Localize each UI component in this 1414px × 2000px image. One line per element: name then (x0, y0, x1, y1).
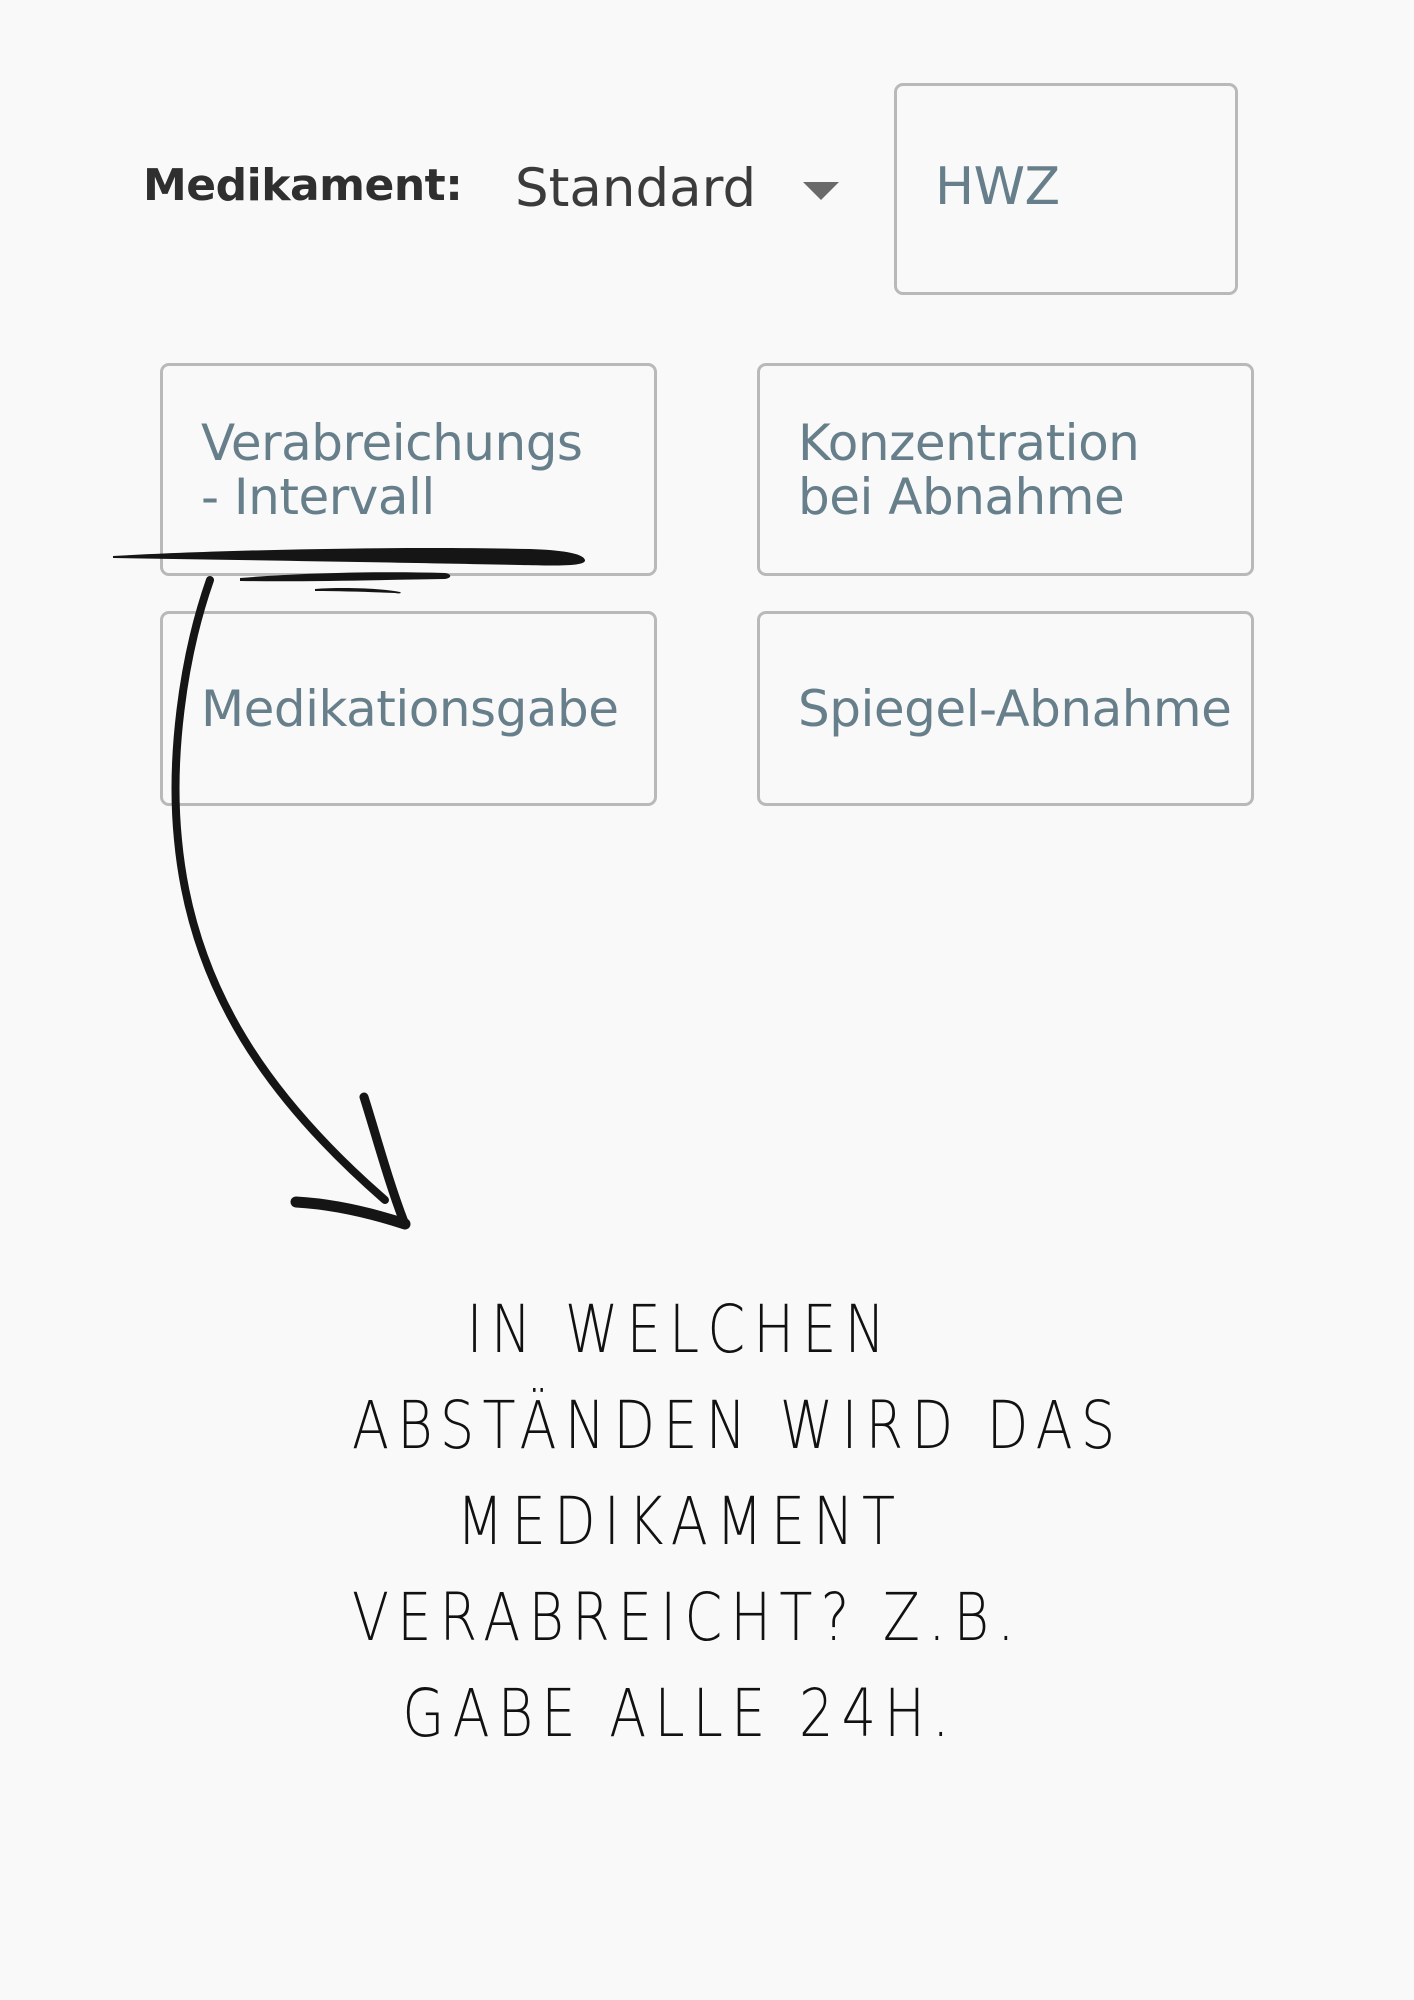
annotation-line-4: VERABREICHT? Z.B. (352, 1579, 1023, 1656)
annotation-note: IN WELCHEN ABSTÄNDEN WIRD DAS MEDIKAMENT… (352, 1282, 1124, 1762)
hand-drawn-underline-icon (113, 547, 586, 594)
hand-drawn-arrow-icon (171, 576, 411, 1230)
annotation-line-2: ABSTÄNDEN WIRD DAS (352, 1387, 1124, 1464)
annotation-line-5: GABE ALLE 24H. (402, 1675, 958, 1752)
annotation-line-3: MEDIKAMENT (456, 1483, 904, 1560)
annotation-line-1: IN WELCHEN (466, 1291, 894, 1368)
